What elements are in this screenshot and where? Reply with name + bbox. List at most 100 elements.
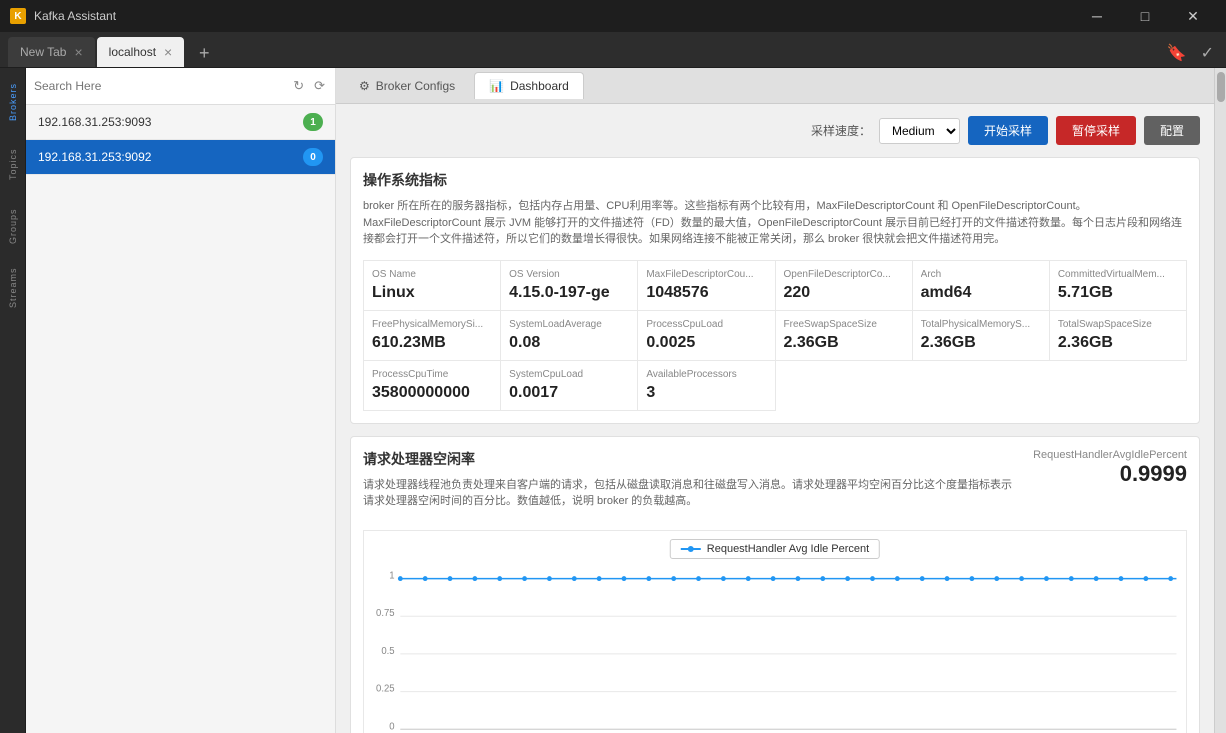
minimize-button[interactable]: ─ (1074, 0, 1120, 32)
svg-text:1: 1 (389, 570, 394, 581)
svg-text:0.5: 0.5 (381, 645, 394, 656)
sidebar-item-groups[interactable]: Groups (1, 196, 25, 256)
broker-item-0[interactable]: 192.168.31.253:9093 1 (26, 105, 335, 140)
metric-name: TotalSwapSpaceSize (1058, 319, 1178, 330)
metric-cell: TotalPhysicalMemoryS...2.36GB (913, 311, 1050, 361)
sampling-bar: 采样速度： Medium Slow Fast 开始采样 暂停采样 配置 (350, 116, 1200, 145)
request-handler-header: 请求处理器空闲率 请求处理器线程池负责处理来自客户端的请求，包括从磁盘读取消息和… (363, 449, 1187, 522)
dashboard-label: Dashboard (510, 79, 569, 93)
sidebar-icons: Brokers Topics Groups Streams (0, 68, 26, 733)
metric-name: SystemLoadAverage (509, 319, 629, 330)
scrollbar-thumb (1217, 72, 1225, 102)
request-handler-section: 请求处理器空闲率 请求处理器线程池负责处理来自客户端的请求，包括从磁盘读取消息和… (350, 436, 1200, 733)
chart-svg: 0 0.25 0.5 0.75 1 09:39 (364, 531, 1186, 733)
broker-address-0: 192.168.31.253:9093 (38, 115, 151, 129)
right-scrollbar[interactable] (1214, 68, 1226, 733)
bookmark-button[interactable]: 🔖 (1163, 39, 1191, 67)
maximize-button[interactable]: □ (1122, 0, 1168, 32)
metric-value: Linux (372, 284, 492, 302)
svg-text:0: 0 (389, 721, 395, 732)
tab-new-tab[interactable]: New Tab × (8, 37, 95, 67)
tab-dashboard[interactable]: 📊 Dashboard (474, 72, 584, 99)
metric-value: 0.0017 (509, 384, 629, 402)
request-handler-desc: 请求处理器线程池负责处理来自客户端的请求，包括从磁盘读取消息和往磁盘写入消息。请… (363, 477, 1013, 510)
legend-line-icon (681, 548, 701, 550)
sidebar-item-topics[interactable]: Topics (1, 134, 25, 194)
config-button[interactable]: 配置 (1144, 116, 1200, 145)
metric-value: 1048576 (646, 284, 766, 302)
metric-cell: ProcessCpuLoad 0.0025 (638, 311, 775, 361)
broker-address-1: 192.168.31.253:9092 (38, 150, 151, 164)
os-metrics-section: 操作系统指标 broker 所在所在的服务器指标，包括内存占用量、CPU利用率等… (350, 157, 1200, 424)
metric-cell: CommittedVirtualMem...5.71GB (1050, 261, 1187, 311)
metric-cell: OS Version4.15.0-197-ge (501, 261, 638, 311)
close-button[interactable]: ✕ (1170, 0, 1216, 32)
metric-name: AvailableProcessors (646, 369, 766, 380)
request-metric-name: RequestHandlerAvgIdlePercent (1033, 449, 1187, 461)
metric-name: CommittedVirtualMem... (1058, 269, 1178, 280)
content-area[interactable]: 采样速度： Medium Slow Fast 开始采样 暂停采样 配置 操作系统… (336, 104, 1214, 733)
sidebar-item-brokers[interactable]: Brokers (1, 72, 25, 132)
check-button[interactable]: ✓ (1197, 39, 1218, 67)
app-title: Kafka Assistant (34, 9, 116, 23)
metric-name: SystemCpuLoad (509, 369, 629, 380)
metric-name: ProcessCpuLoad (646, 319, 766, 330)
window-controls: ─ □ ✕ (1074, 0, 1216, 32)
metric-value: amd64 (921, 284, 1041, 302)
title-bar-left: K Kafka Assistant (10, 8, 116, 24)
os-metrics-desc: broker 所在所在的服务器指标，包括内存占用量、CPU利用率等。这些指标有两… (363, 198, 1187, 248)
add-tab-button[interactable]: + (190, 39, 218, 67)
search-input[interactable] (34, 79, 285, 93)
metric-name: MaxFileDescriptorCou... (646, 269, 766, 280)
metric-name: FreeSwapSpaceSize (784, 319, 904, 330)
app-icon: K (10, 8, 26, 24)
search-bar: ↻ ⟳ (26, 68, 335, 105)
metric-cell: FreeSwapSpaceSize 2.36GB (776, 311, 913, 361)
metric-value: 220 (784, 284, 904, 302)
svg-text:0.25: 0.25 (376, 683, 395, 694)
metric-value: 2.36GB (784, 334, 904, 352)
reload-button[interactable]: ⟳ (312, 76, 327, 96)
svg-text:0.75: 0.75 (376, 608, 395, 619)
dashboard-icon: 📊 (489, 79, 504, 93)
chart-legend: RequestHandler Avg Idle Percent (670, 539, 880, 559)
main-layout: Brokers Topics Groups Streams ↻ ⟳ 192.16… (0, 68, 1226, 733)
start-sampling-button[interactable]: 开始采样 (968, 116, 1048, 145)
left-panel: ↻ ⟳ 192.168.31.253:9093 1 192.168.31.253… (26, 68, 336, 733)
request-title-block: 请求处理器空闲率 请求处理器线程池负责处理来自客户端的请求，包括从磁盘读取消息和… (363, 449, 1033, 522)
tab-localhost[interactable]: localhost × (97, 37, 185, 67)
metric-value: 0.0025 (646, 334, 766, 352)
tab-new-tab-label: New Tab (20, 45, 66, 59)
tab-broker-configs[interactable]: ⚙ Broker Configs (344, 72, 470, 99)
metric-value: 4.15.0-197-ge (509, 284, 629, 302)
metric-cell: OS NameLinux (364, 261, 501, 311)
metric-name: FreePhysicalMemorySi... (372, 319, 492, 330)
metric-value: 610.23MB (372, 334, 492, 352)
broker-item-1[interactable]: 192.168.31.253:9092 0 (26, 140, 335, 175)
tab-localhost-label: localhost (109, 45, 156, 59)
metric-cell: AvailableProcessors 3 (638, 361, 775, 411)
metric-value: 35800000000 (372, 384, 492, 402)
sampling-speed-select[interactable]: Medium Slow Fast (879, 118, 960, 144)
tab-bar: New Tab × localhost × + 🔖 ✓ (0, 32, 1226, 68)
stop-sampling-button[interactable]: 暂停采样 (1056, 116, 1136, 145)
broker-configs-label: Broker Configs (376, 79, 455, 93)
metric-cell: SystemLoadAverage0.08 (501, 311, 638, 361)
metrics-grid: OS NameLinuxOS Version4.15.0-197-geMaxFi… (363, 260, 1187, 411)
broker-badge-1: 0 (303, 148, 323, 166)
tab-new-tab-close[interactable]: × (74, 44, 82, 60)
refresh-button[interactable]: ↻ (291, 76, 306, 96)
tab-localhost-close[interactable]: × (164, 44, 172, 60)
chart-legend-label: RequestHandler Avg Idle Percent (707, 543, 869, 555)
request-metric-value: 0.9999 (1033, 461, 1187, 487)
metric-value: 3 (646, 384, 766, 402)
right-content: ⚙ Broker Configs 📊 Dashboard 采样速度： Mediu… (336, 68, 1214, 733)
request-value-block: RequestHandlerAvgIdlePercent 0.9999 (1033, 449, 1187, 487)
metric-cell: TotalSwapSpaceSize2.36GB (1050, 311, 1187, 361)
tab-bar-right: 🔖 ✓ (1163, 39, 1218, 67)
metric-cell: FreePhysicalMemorySi... 610.23MB (364, 311, 501, 361)
legend-dot (688, 546, 694, 552)
sidebar-item-streams[interactable]: Streams (1, 258, 25, 318)
request-handler-title: 请求处理器空闲率 (363, 449, 1013, 469)
metric-cell: MaxFileDescriptorCou... 1048576 (638, 261, 775, 311)
